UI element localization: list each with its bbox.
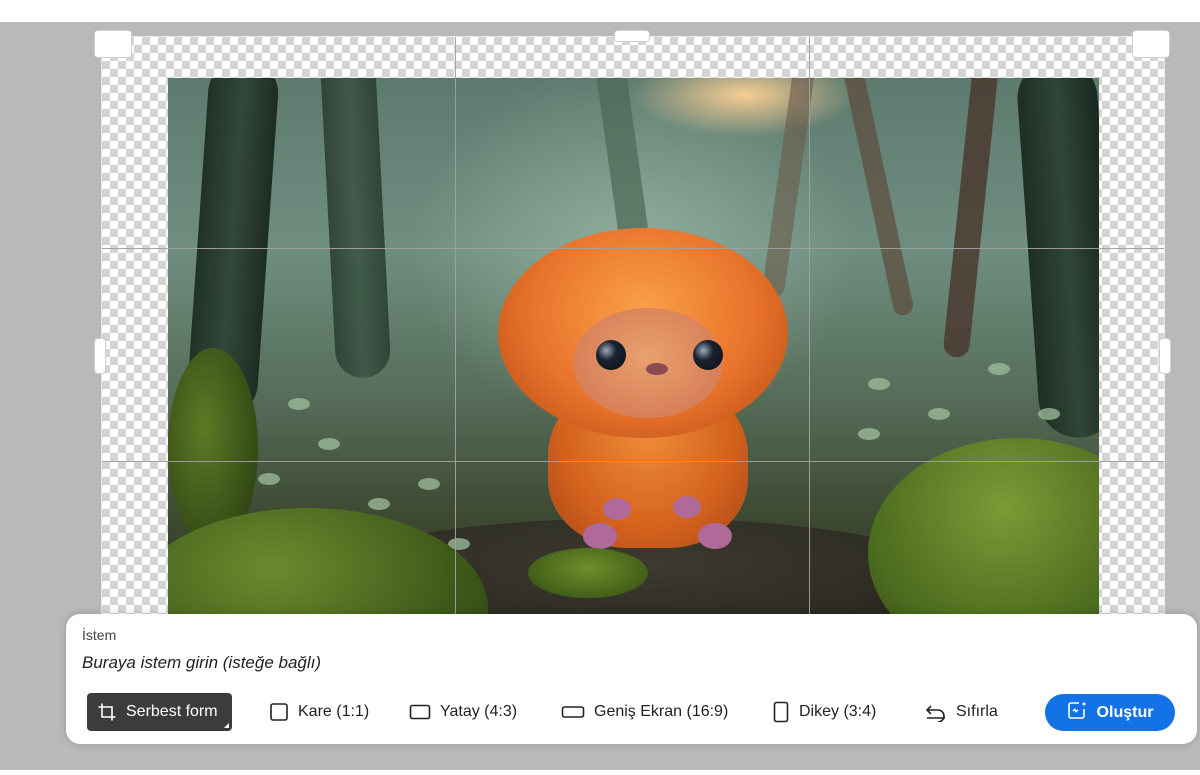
crop-grid-line — [809, 37, 810, 637]
widescreen-ratio-button[interactable]: Geniş Ekran (16:9) — [561, 693, 728, 731]
forest-creature-image — [168, 78, 1099, 637]
crop-grid-line — [455, 37, 456, 637]
crop-handle-right[interactable] — [1159, 338, 1171, 374]
prompt-label: İstem — [82, 627, 117, 643]
undo-icon — [925, 702, 947, 722]
prompt-input[interactable] — [82, 652, 1162, 674]
freeform-button[interactable]: Serbest form — [87, 693, 232, 731]
generative-expand-icon — [1067, 700, 1089, 725]
crop-handle-top-left[interactable] — [94, 30, 132, 58]
square-ratio-button[interactable]: Kare (1:1) — [269, 693, 369, 731]
widescreen-rect-icon — [561, 702, 585, 722]
freeform-label: Serbest form — [126, 703, 218, 720]
crop-area[interactable] — [101, 36, 1165, 638]
portrait-ratio-button[interactable]: Dikey (3:4) — [772, 693, 876, 731]
crop-grid-line — [102, 248, 1164, 249]
crop-grid-line — [102, 461, 1164, 462]
landscape-rect-icon — [409, 702, 431, 722]
portrait-ratio-label: Dikey (3:4) — [799, 703, 877, 720]
generate-button[interactable]: Oluştur — [1045, 694, 1175, 731]
portrait-rect-icon — [772, 701, 790, 723]
reset-label: Sıfırla — [956, 703, 998, 720]
aspect-ratio-toolbar: Serbest form Kare (1:1) Yatay (4:3) Geni… — [87, 693, 1177, 731]
reset-button[interactable]: Sıfırla — [925, 693, 998, 731]
square-icon — [269, 702, 289, 722]
landscape-ratio-label: Yatay (4:3) — [440, 703, 518, 720]
widescreen-ratio-label: Geniş Ekran (16:9) — [594, 703, 729, 720]
crop-icon — [97, 702, 117, 722]
crop-handle-left[interactable] — [94, 338, 106, 374]
orange-creature — [498, 228, 788, 549]
crop-handle-top-right[interactable] — [1132, 30, 1170, 58]
crop-handle-top[interactable] — [614, 30, 650, 42]
square-ratio-label: Kare (1:1) — [298, 703, 370, 720]
prompt-panel: İstem Serbest form Kare (1:1) — [66, 614, 1197, 744]
dropdown-corner-icon — [223, 723, 229, 728]
landscape-ratio-button[interactable]: Yatay (4:3) — [409, 693, 517, 731]
generate-label: Oluştur — [1096, 703, 1154, 721]
